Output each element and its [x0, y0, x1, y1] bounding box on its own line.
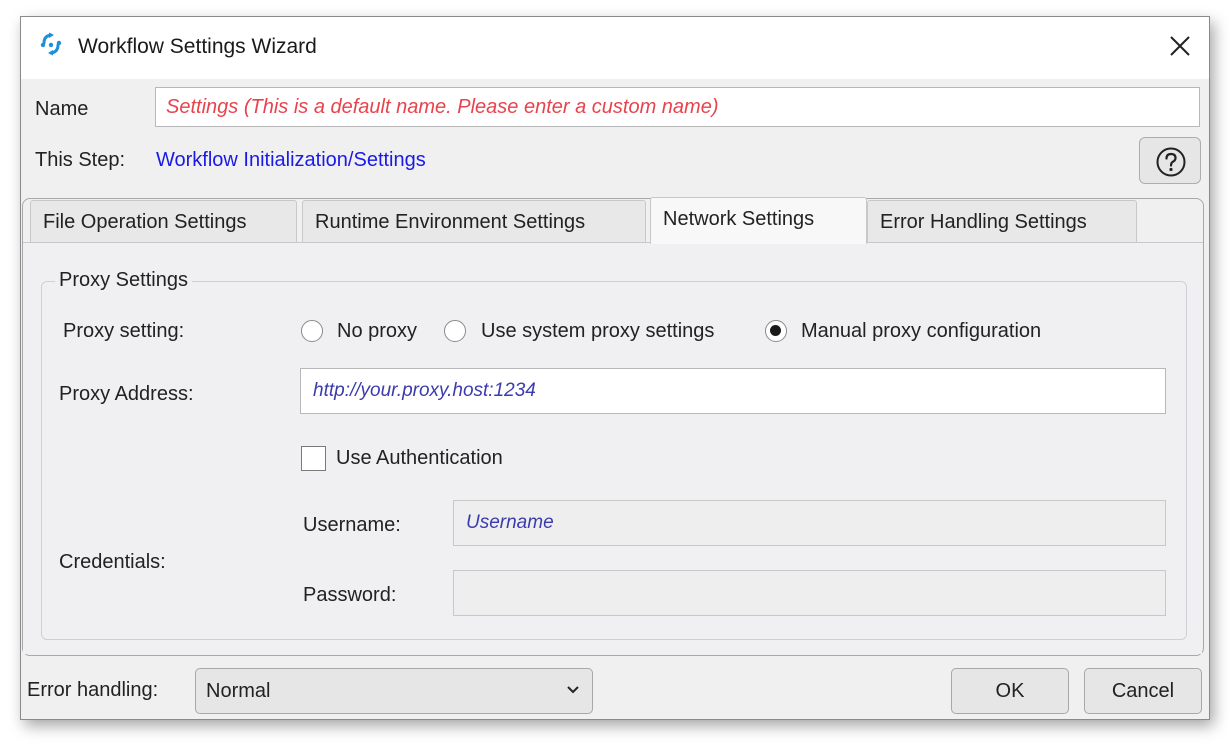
password-label: Password:	[303, 584, 397, 606]
proxy-settings-title: Proxy Settings	[55, 269, 192, 292]
workflow-settings-dialog: Workflow Settings Wizard Name Settings (…	[20, 16, 1210, 720]
tab-network-settings[interactable]: Network Settings	[650, 197, 867, 244]
manual-proxy-radio[interactable]	[765, 320, 787, 342]
error-handling-value: Normal	[206, 680, 271, 702]
username-input[interactable]: Username	[453, 500, 1166, 546]
system-proxy-label[interactable]: Use system proxy settings	[481, 320, 714, 343]
credentials-label: Credentials:	[59, 551, 166, 573]
this-step-link[interactable]: Workflow Initialization/Settings	[156, 149, 426, 172]
question-circle-icon	[1156, 147, 1186, 177]
this-step-label: This Step:	[35, 149, 126, 171]
username-label: Username:	[303, 514, 401, 536]
name-input[interactable]: Settings (This is a default name. Please…	[155, 87, 1200, 127]
title-bar: Workflow Settings Wizard	[21, 17, 1209, 79]
tab-error-handling-settings[interactable]: Error Handling Settings	[867, 200, 1137, 242]
close-button[interactable]	[1165, 31, 1195, 61]
proxy-address-label: Proxy Address:	[59, 383, 194, 405]
window-title: Workflow Settings Wizard	[78, 35, 317, 58]
error-handling-select[interactable]: Normal	[195, 668, 593, 714]
password-input[interactable]	[453, 570, 1166, 616]
workflow-arrows-icon	[38, 31, 64, 57]
error-handling-label: Error handling:	[27, 679, 159, 701]
use-authentication-checkbox[interactable]	[301, 446, 326, 471]
no-proxy-label[interactable]: No proxy	[337, 320, 417, 343]
proxy-address-input[interactable]: http://your.proxy.host:1234	[300, 368, 1166, 414]
cancel-button[interactable]: Cancel	[1084, 668, 1202, 714]
system-proxy-radio[interactable]	[444, 320, 466, 342]
ok-button[interactable]: OK	[951, 668, 1069, 714]
tab-file-operation-settings[interactable]: File Operation Settings	[30, 200, 297, 242]
name-label: Name	[35, 98, 89, 120]
no-proxy-radio[interactable]	[301, 320, 323, 342]
manual-proxy-label[interactable]: Manual proxy configuration	[801, 320, 1041, 343]
chevron-down-icon	[567, 686, 579, 694]
use-authentication-label[interactable]: Use Authentication	[336, 447, 503, 470]
proxy-setting-label: Proxy setting:	[63, 320, 185, 342]
close-icon	[1170, 36, 1190, 56]
help-button[interactable]	[1139, 137, 1201, 184]
tab-runtime-environment-settings[interactable]: Runtime Environment Settings	[302, 200, 646, 242]
